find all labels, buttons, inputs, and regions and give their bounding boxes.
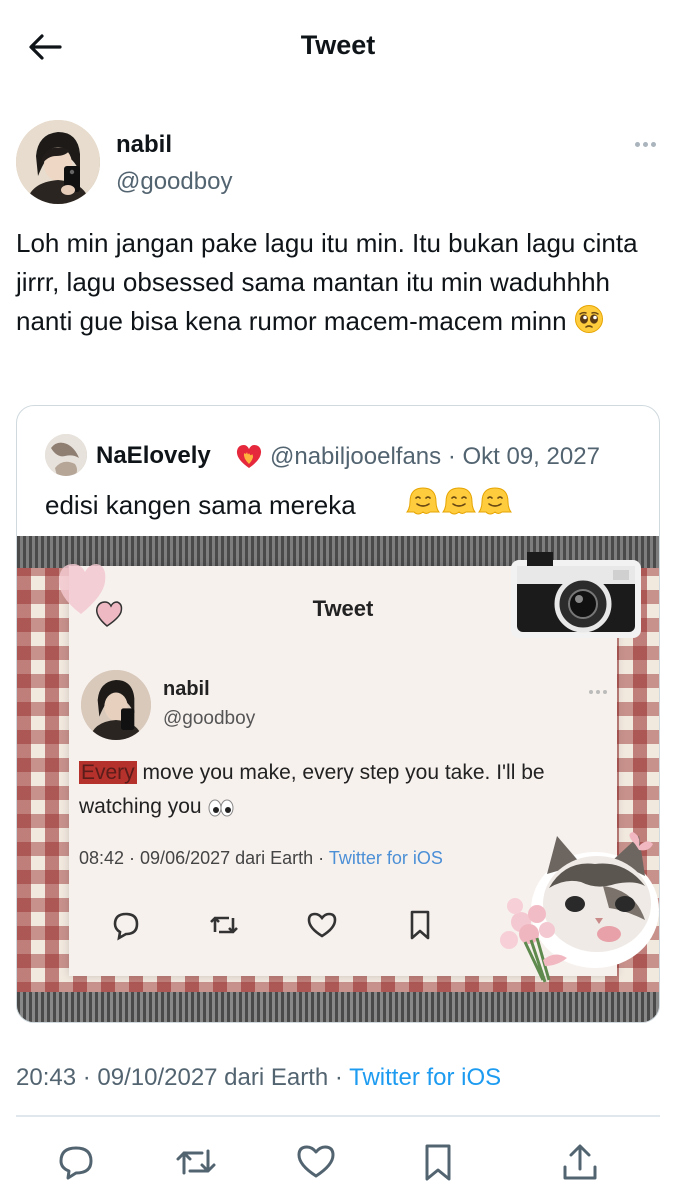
tweet-date: 09/10/2027 (97, 1064, 218, 1091)
tweet-origin: dari Earth (217, 1064, 329, 1091)
melting-face-icon (442, 487, 476, 515)
retweet-button[interactable] (172, 1138, 220, 1186)
quote-emojis (406, 484, 512, 518)
action-bar (16, 1132, 660, 1188)
embedded-more-icon (589, 690, 607, 694)
embedded-tweet-text: Every move you make, every step you take… (79, 756, 599, 824)
eyes-icon (207, 799, 235, 817)
embedded-avatar (81, 670, 151, 740)
heart-sticker (51, 554, 131, 630)
heart-on-fire-icon (234, 442, 264, 470)
melting-face-icon (406, 487, 440, 515)
embedded-author-handle: @goodboy (163, 708, 256, 729)
embedded-author-name: nabil (163, 678, 210, 700)
embedded-reply-icon (109, 908, 145, 944)
share-icon (563, 1144, 597, 1180)
tweet-text: Loh min jangan pake lagu itu min. Itu bu… (16, 224, 656, 341)
more-horizontal-icon (634, 141, 640, 147)
highlighted-word: Every (79, 761, 137, 784)
embedded-time: 08:42 · 09/06/2027 dari Earth · (79, 848, 329, 868)
embedded-meta: 08:42 · 09/06/2027 dari Earth · Twitter … (79, 848, 443, 869)
more-dot (650, 141, 656, 147)
share-button[interactable] (556, 1138, 604, 1186)
like-icon (297, 1145, 335, 1178)
embedded-actions (109, 908, 469, 948)
quote-separator: · (447, 443, 456, 470)
meta-separator: · (76, 1064, 98, 1091)
embedded-text-rest: move you make, every step you take. I'll… (79, 761, 545, 818)
embedded-like-icon (305, 908, 341, 944)
pleading-face-icon (574, 304, 604, 334)
bookmark-icon (425, 1144, 451, 1181)
tweet-body: Loh min jangan pake lagu itu min. Itu bu… (16, 228, 638, 336)
cat-sticker (485, 830, 659, 990)
avatar-image (16, 120, 100, 204)
melting-face-icon (478, 487, 512, 515)
quote-meta: @nabiljooelfans · Okt 09, 2027 (270, 443, 600, 471)
meta-separator-2: · (328, 1064, 350, 1091)
tweet-timestamp: 20:43 · 09/10/2027 dari Earth · Twitter … (16, 1064, 501, 1092)
denim-border-bottom (17, 992, 659, 1022)
more-dot (642, 141, 648, 147)
quote-handle[interactable]: @nabiljooelfans (270, 443, 441, 470)
more-options-button[interactable] (630, 134, 660, 154)
retweet-icon (176, 1149, 216, 1175)
tweet-author: nabil @goodboy (16, 120, 660, 204)
quoted-tweet[interactable]: NaElovely @nabiljooelfans · Okt 09, 2027… (16, 405, 660, 1023)
page-title: Tweet (300, 30, 376, 60)
reply-icon (59, 1146, 93, 1180)
quote-avatar[interactable] (45, 434, 87, 476)
quote-text: edisi kangen sama mereka (45, 490, 356, 520)
embedded-source: Twitter for iOS (328, 848, 443, 868)
embedded-retweet-icon (207, 908, 243, 944)
tweet-time: 20:43 (16, 1064, 77, 1091)
author-handle[interactable]: @goodboy (116, 168, 232, 196)
like-button[interactable] (292, 1138, 340, 1186)
bookmark-button[interactable] (414, 1138, 462, 1186)
quote-media-image[interactable]: Tweet nabil @goodboy Every move you make… (17, 536, 659, 1022)
divider (16, 1115, 660, 1117)
avatar[interactable] (16, 120, 100, 204)
embedded-bookmark-icon (403, 908, 439, 944)
author-name[interactable]: nabil (116, 131, 172, 159)
camera-sticker (507, 542, 647, 642)
quote-author-name[interactable]: NaElovely (96, 442, 211, 470)
quote-date[interactable]: Okt 09, 2027 (462, 443, 599, 470)
reply-button[interactable] (52, 1138, 100, 1186)
top-bar: Tweet (0, 0, 676, 96)
tweet-source-link[interactable]: Twitter for iOS (349, 1064, 501, 1091)
